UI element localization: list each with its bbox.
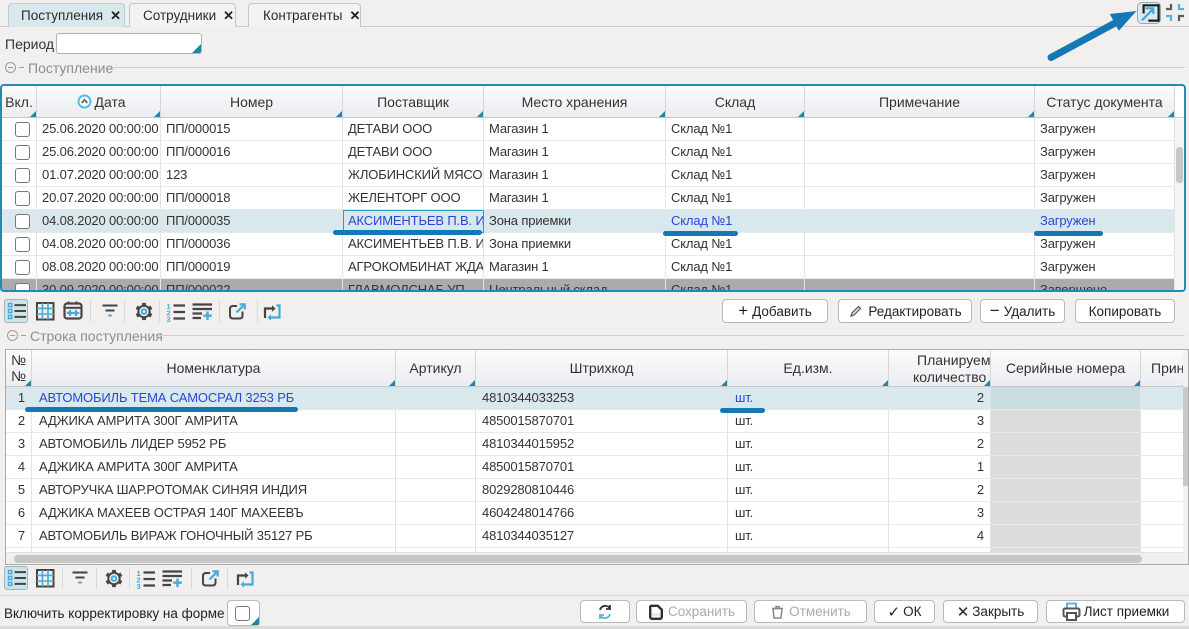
svg-text:3: 3	[167, 315, 171, 322]
svg-text:3: 3	[137, 582, 141, 589]
